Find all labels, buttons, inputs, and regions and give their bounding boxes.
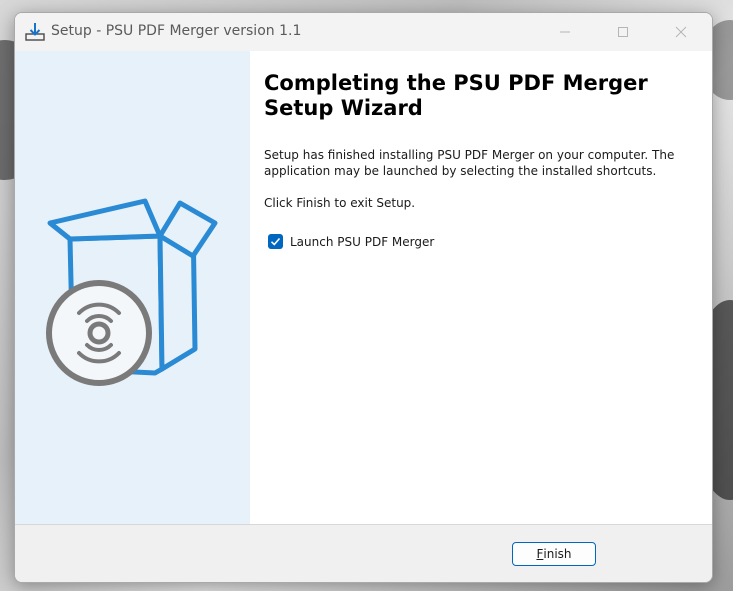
launch-checkbox-label[interactable]: Launch PSU PDF Merger <box>290 235 434 249</box>
finished-message: Setup has finished installing PSU PDF Me… <box>264 148 675 178</box>
launch-checkbox[interactable] <box>268 234 283 249</box>
wizard-sidebar <box>15 51 250 524</box>
page-title: Completing the PSU PDF Merger Setup Wiza… <box>264 71 648 120</box>
setup-download-icon <box>25 23 45 41</box>
finish-button[interactable]: Finish <box>512 542 596 566</box>
wizard-footer: Finish <box>15 525 712 582</box>
finish-button-label: inish <box>543 547 572 561</box>
maximize-icon <box>618 27 628 37</box>
box-with-disc-icon <box>46 198 218 386</box>
window-title: Setup - PSU PDF Merger version 1.1 <box>51 23 302 39</box>
finish-button-mnemonic: F <box>536 547 544 561</box>
minimize-icon <box>560 31 570 33</box>
maximize-button[interactable] <box>595 13 651 51</box>
title-bar: Setup - PSU PDF Merger version 1.1 <box>15 13 712 51</box>
exit-instruction: Click Finish to exit Setup. <box>264 196 416 210</box>
close-button[interactable] <box>653 13 709 51</box>
minimize-button[interactable] <box>537 13 593 51</box>
checkmark-icon <box>270 237 281 246</box>
launch-checkbox-row[interactable]: Launch PSU PDF Merger <box>268 234 434 249</box>
wizard-content: Completing the PSU PDF Merger Setup Wiza… <box>250 51 712 524</box>
close-icon <box>675 26 687 38</box>
setup-window: Setup - PSU PDF Merger version 1.1 Compl… <box>14 12 713 583</box>
